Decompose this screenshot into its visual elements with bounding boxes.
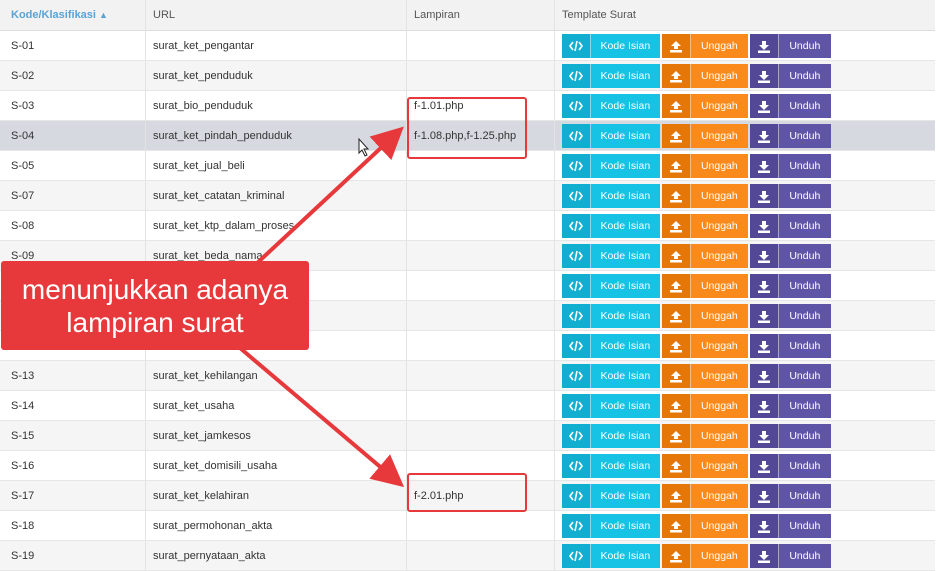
- arrow-down: [238, 346, 405, 488]
- callout-line-1: menunjukkan adanya: [21, 273, 289, 305]
- arrow-up: [253, 126, 404, 267]
- mouse-cursor-icon: [358, 137, 370, 157]
- annotation-callout: menunjukkan adanya lampiran surat: [1, 261, 309, 350]
- callout-line-2: lampiran surat: [66, 306, 244, 338]
